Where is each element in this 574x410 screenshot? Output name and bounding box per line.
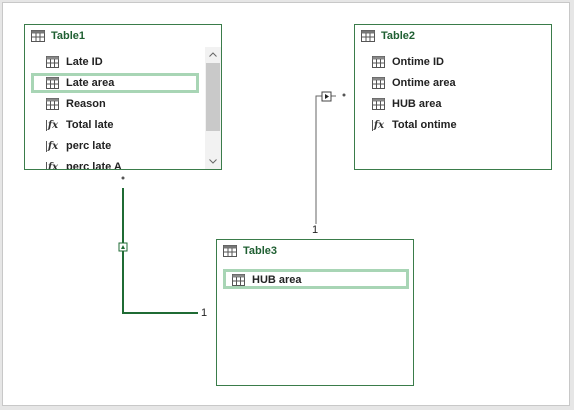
column-icon	[45, 55, 59, 69]
column-icon	[371, 97, 385, 111]
field-total-late[interactable]: fx Total late	[31, 115, 113, 135]
field-perc-late[interactable]: fx perc late	[31, 136, 111, 156]
many-endpoint-marker	[121, 176, 125, 180]
measure-icon: fx	[45, 160, 59, 169]
scroll-thumb[interactable]	[206, 63, 220, 131]
field-hub-area[interactable]: HUB area	[357, 94, 442, 114]
column-icon	[371, 76, 385, 90]
measure-icon: fx	[45, 119, 59, 131]
table-icon	[223, 245, 237, 257]
field-list: Late ID Late area Reason fx Total late f…	[25, 47, 205, 169]
scroll-down-icon[interactable]	[205, 155, 221, 167]
field-total-ontime[interactable]: fx Total ontime	[357, 115, 457, 135]
cardinality-one-label: 1	[201, 307, 208, 319]
table-card-header[interactable]: Table3	[217, 240, 413, 262]
cardinality-one-label: 1	[312, 224, 319, 236]
many-endpoint-marker	[342, 93, 346, 97]
selected-field-highlight	[223, 269, 409, 289]
table-icon	[31, 30, 45, 42]
measure-icon: fx	[45, 140, 59, 152]
table-card-header[interactable]: Table1	[25, 25, 221, 47]
field-late-id[interactable]: Late ID	[31, 52, 103, 72]
vertical-scrollbar[interactable]	[205, 47, 221, 169]
field-perc-late-a[interactable]: fx perc late A	[31, 157, 122, 169]
table-card-header[interactable]: Table2	[355, 25, 551, 47]
scroll-up-icon[interactable]	[205, 48, 221, 60]
table-card-table1[interactable]: Table1 Late ID Late area Reason fx Total…	[24, 24, 222, 170]
table-title: Table1	[51, 30, 86, 42]
field-reason[interactable]: Reason	[31, 94, 106, 114]
field-ontime-area[interactable]: Ontime area	[357, 73, 456, 93]
table-card-table3[interactable]: Table3 HUB area	[216, 239, 414, 386]
table-title: Table3	[243, 245, 278, 257]
relationship-table1-table3[interactable]	[118, 176, 198, 314]
selected-field-highlight	[31, 73, 199, 93]
measure-icon: fx	[371, 119, 385, 131]
table-card-table2[interactable]: Table2 Ontime ID Ontime area HUB area fx…	[354, 24, 552, 170]
table-title: Table2	[381, 30, 416, 42]
relationship-table2-table3[interactable]	[315, 91, 346, 224]
field-ontime-id[interactable]: Ontime ID	[357, 52, 444, 72]
table-icon	[361, 30, 375, 42]
column-icon	[371, 55, 385, 69]
column-icon	[45, 97, 59, 111]
